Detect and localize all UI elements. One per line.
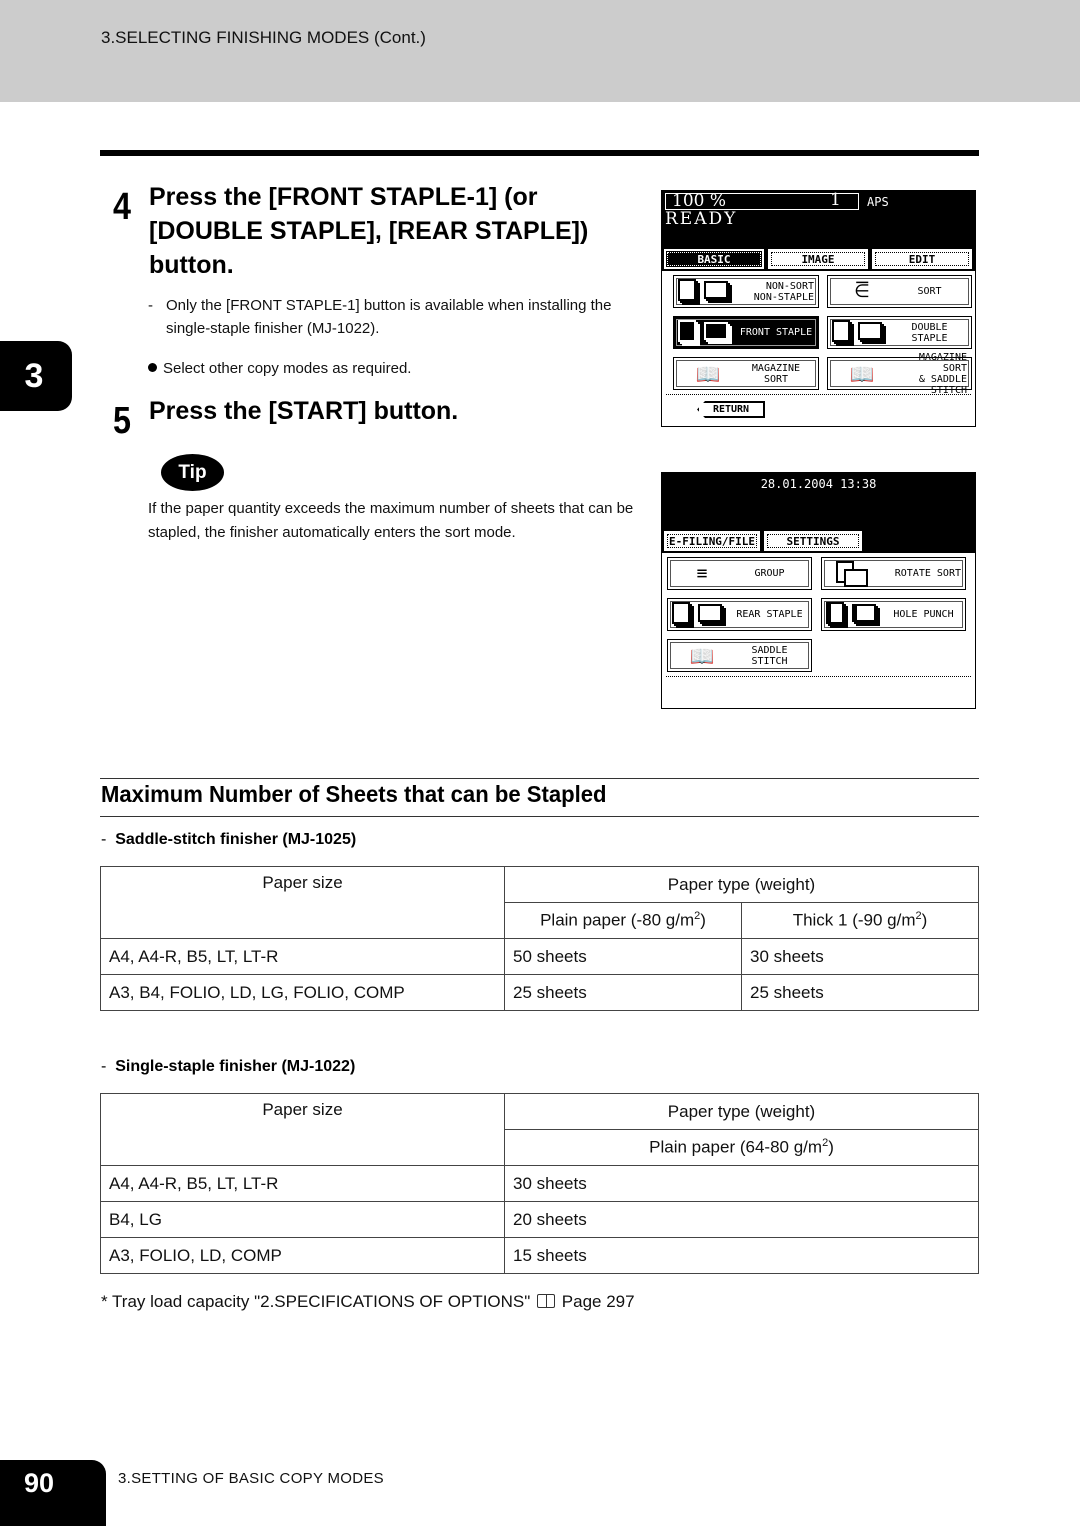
- table-heading: - Single-staple finisher (MJ-1022): [101, 1058, 356, 1075]
- step-number: 4: [113, 186, 131, 228]
- chapter-tab: 3: [0, 341, 72, 411]
- double-staple-icon: [832, 319, 892, 346]
- touch-panel-basic: 100 % 1 APS READY BASIC IMAGE EDIT NON-S…: [661, 190, 976, 427]
- button-label: REAR STAPLE: [736, 609, 803, 620]
- footer-label: 3.SETTING OF BASIC COPY MODES: [118, 1470, 384, 1487]
- panel-status-area: 28.01.2004 13:38 E-FILING/FILE SETTINGS: [662, 473, 975, 553]
- panel-divider: [666, 676, 971, 677]
- paper-readout: APS: [867, 195, 889, 209]
- table-row: A3, B4, FOLIO, LD, LG, FOLIO, COMP 25 sh…: [100, 974, 979, 1011]
- header-paper-size: Paper size: [100, 1093, 505, 1166]
- tab-settings[interactable]: SETTINGS: [764, 531, 862, 551]
- step-number: 5: [113, 400, 131, 442]
- rear-staple-button[interactable]: REAR STAPLE: [667, 598, 812, 631]
- return-button[interactable]: RETURN: [697, 401, 765, 418]
- button-label: ROTATE SORT: [894, 568, 961, 579]
- section-title: Maximum Number of Sheets that can be Sta…: [101, 781, 607, 807]
- button-label: NON-SORT NON-STAPLE: [753, 280, 814, 303]
- status-message: READY: [665, 209, 738, 229]
- header-paper-size: Paper size: [100, 866, 505, 939]
- button-label: HOLE PUNCH: [893, 609, 954, 620]
- button-label: GROUP: [754, 568, 785, 579]
- hole-punch-button[interactable]: HOLE PUNCH: [821, 598, 966, 631]
- tab-edit[interactable]: EDIT: [872, 249, 972, 269]
- bullet-icon: [148, 363, 157, 372]
- hole-punch-icon: [826, 601, 886, 628]
- table-row: A3, FOLIO, LD, COMP 15 sheets: [100, 1237, 979, 1274]
- non-sort-non-staple-button[interactable]: NON-SORT NON-STAPLE: [673, 275, 819, 308]
- magazine-sort-saddle-stitch-button[interactable]: 📖 MAGAZINE SORT & SADDLE STITCH: [827, 352, 972, 396]
- front-staple-icon: [678, 319, 738, 346]
- step-title: Press the [START] button.: [149, 397, 459, 425]
- single-staple-table: Paper size Paper type (weight) Plain pap…: [100, 1093, 979, 1274]
- header-paper-type: Paper type (weight): [504, 1093, 979, 1130]
- tip-badge: Tip: [161, 454, 224, 491]
- rotate-sort-icon: [826, 560, 886, 587]
- sort-button[interactable]: ⋶ SORT: [827, 275, 972, 308]
- group-button[interactable]: ≡ GROUP: [667, 557, 812, 590]
- table-heading: - Saddle-stitch finisher (MJ-1025): [101, 831, 357, 848]
- step-title: Press the [FRONT STAPLE-1] (or [DOUBLE S…: [149, 183, 589, 279]
- panel-status-area: 100 % 1 APS READY BASIC IMAGE EDIT: [662, 191, 975, 271]
- step-bullet: Select other copy modes as required.: [148, 357, 411, 380]
- section-rule: [100, 778, 979, 779]
- section-rule: [100, 816, 979, 817]
- button-label: SORT: [917, 286, 942, 297]
- double-staple-button[interactable]: DOUBLE STAPLE: [827, 316, 972, 349]
- button-label: DOUBLE STAPLE: [911, 321, 948, 344]
- saddle-stitch-icon: 📖: [849, 361, 875, 386]
- group-icon: ≡: [696, 562, 708, 584]
- saddle-stitch-button[interactable]: 📖 SADDLE STITCH: [667, 639, 812, 672]
- table-row: A4, A4-R, B5, LT, LT-R 50 sheets 30 shee…: [100, 938, 979, 975]
- magazine-sort-icon: 📖: [695, 361, 721, 386]
- page-number: 90: [0, 1460, 106, 1526]
- rotate-sort-button[interactable]: ROTATE SORT: [821, 557, 966, 590]
- non-sort-icon: [678, 278, 738, 305]
- magazine-sort-button[interactable]: 📖 MAGAZINE SORT: [673, 357, 819, 390]
- sort-icon: ⋶: [854, 280, 870, 302]
- copy-count: 1: [830, 190, 841, 210]
- top-rule: [100, 150, 979, 156]
- saddle-stitch-table: Paper size Paper type (weight) Plain pap…: [100, 866, 979, 1011]
- button-label: SADDLE STITCH: [751, 644, 788, 667]
- panel-divider: [666, 394, 971, 395]
- front-staple-button[interactable]: FRONT STAPLE: [673, 316, 819, 349]
- subheader-thick: Thick 1 (-90 g/m2): [741, 902, 979, 939]
- tip-text: If the paper quantity exceeds the maximu…: [148, 500, 634, 541]
- header-paper-type: Paper type (weight): [504, 866, 979, 903]
- footnote: * Tray load capacity "2.SPECIFICATIONS O…: [101, 1292, 635, 1311]
- table-row: B4, LG 20 sheets: [100, 1201, 979, 1238]
- book-icon: [537, 1294, 556, 1308]
- button-label: MAGAZINE SORT: [751, 362, 801, 385]
- running-header: 3.SELECTING FINISHING MODES (Cont.): [0, 0, 1080, 102]
- button-label: MAGAZINE SORT & SADDLE STITCH: [918, 351, 967, 396]
- table-row: A4, A4-R, B5, LT, LT-R 30 sheets: [100, 1165, 979, 1202]
- datetime-readout: 28.01.2004 13:38: [760, 477, 877, 491]
- saddle-stitch-icon: 📖: [689, 643, 715, 668]
- panel-tabs: E-FILING/FILE SETTINGS: [664, 531, 862, 551]
- header-title: 3.SELECTING FINISHING MODES (Cont.): [101, 28, 426, 47]
- subheader-plain: Plain paper (-80 g/m2): [504, 902, 742, 939]
- tab-e-filing[interactable]: E-FILING/FILE: [664, 531, 760, 551]
- tab-basic[interactable]: BASIC: [664, 249, 764, 269]
- panel-tabs: BASIC IMAGE EDIT: [664, 249, 972, 269]
- button-label: FRONT STAPLE: [739, 327, 813, 338]
- touch-panel-edit: 28.01.2004 13:38 E-FILING/FILE SETTINGS …: [661, 472, 976, 709]
- subheader-plain: Plain paper (64-80 g/m2): [504, 1129, 979, 1166]
- tab-image[interactable]: IMAGE: [768, 249, 868, 269]
- rear-staple-icon: [672, 601, 732, 628]
- page-reference-link[interactable]: Page 297: [562, 1292, 635, 1311]
